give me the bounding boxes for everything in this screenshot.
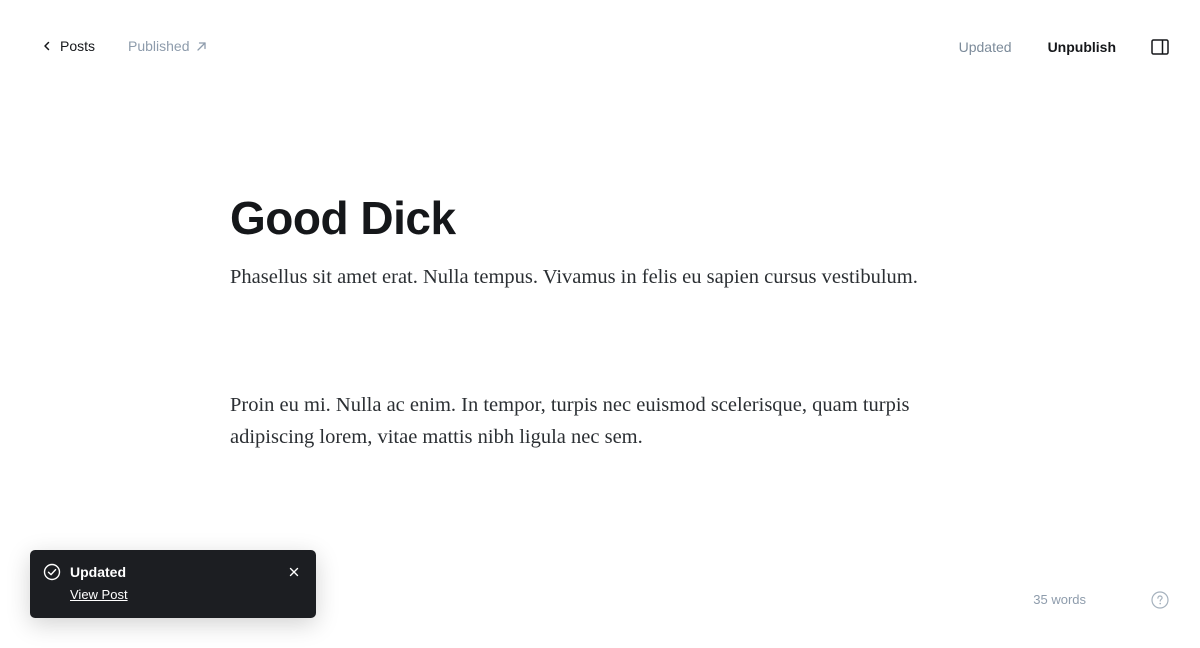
post-paragraph[interactable]: Proin eu mi. Nulla ac enim. In tempor, t… (230, 389, 930, 453)
notification-toast: Updated View Post (30, 550, 316, 618)
word-count: 35 words (1033, 592, 1086, 607)
post-editor[interactable]: Good Dick Phasellus sit amet erat. Nulla… (230, 186, 930, 453)
published-status-label: Published (128, 38, 190, 54)
editor-header: Posts Published Updated Unpublish (0, 0, 1200, 94)
close-icon[interactable] (288, 566, 300, 578)
toast-title: Updated (70, 564, 126, 580)
post-title[interactable]: Good Dick (230, 186, 930, 250)
chevron-left-icon (42, 41, 52, 51)
back-to-posts-link[interactable]: Posts (42, 38, 95, 54)
sidebar-panel-icon[interactable] (1150, 37, 1170, 57)
save-status-text: Updated (958, 39, 1012, 55)
unpublish-button[interactable]: Unpublish (1048, 39, 1116, 55)
published-status-link[interactable]: Published (128, 38, 207, 54)
question-circle-icon[interactable] (1151, 591, 1169, 609)
post-editor-page: Posts Published Updated Unpublish Good D… (0, 0, 1200, 648)
post-paragraph[interactable]: Phasellus sit amet erat. Nulla tempus. V… (230, 261, 930, 293)
arrow-up-right-icon (196, 41, 207, 52)
check-circle-icon (43, 563, 61, 586)
header-actions: Updated Unpublish (959, 34, 1170, 60)
back-link-label: Posts (60, 38, 96, 54)
view-post-link[interactable]: View Post (70, 587, 128, 602)
